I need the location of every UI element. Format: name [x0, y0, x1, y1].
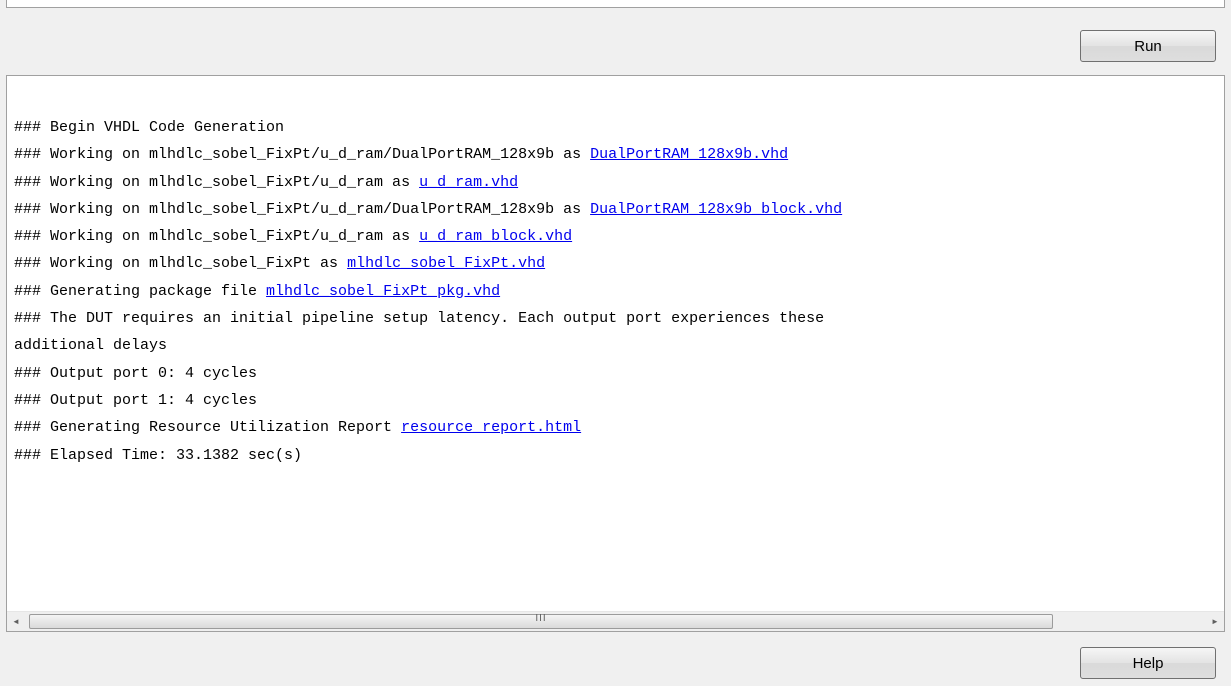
log-line: ### Generating Resource Utilization Repo… [14, 414, 1217, 441]
log-line: ### Output port 0: 4 cycles [14, 360, 1217, 387]
log-file-link[interactable]: u_d_ram.vhd [419, 174, 518, 191]
log-line: ### Output port 1: 4 cycles [14, 387, 1217, 414]
log-line: ### Working on mlhdlc_sobel_FixPt/u_d_ra… [14, 223, 1217, 250]
log-line-text: ### Working on mlhdlc_sobel_FixPt/u_d_ra… [14, 146, 591, 164]
log-line-text: ### Elapsed Time: 33.1382 sec(s) [14, 446, 303, 464]
log-file-link[interactable]: DualPortRAM_128x9b.vhd [590, 146, 788, 163]
log-line-text: ### Generating Resource Utilization Repo… [14, 419, 402, 437]
log-line-text: ### Output port 1: 4 cycles [14, 391, 258, 409]
run-button[interactable]: Run [1080, 30, 1216, 62]
log-line-text: ### Working on mlhdlc_sobel_FixPt/u_d_ra… [14, 200, 591, 218]
log-line-text: ### Generating package file [14, 282, 267, 300]
help-button[interactable]: Help [1080, 647, 1216, 679]
log-line-text: ### Output port 0: 4 cycles [14, 364, 258, 382]
scroll-left-arrow-icon[interactable]: ◄ [7, 612, 25, 631]
log-file-link[interactable]: DualPortRAM_128x9b_block.vhd [590, 201, 842, 218]
top-panel-frame [6, 0, 1225, 8]
log-file-link[interactable]: resource_report.html [401, 419, 581, 436]
output-log-content: ### Begin VHDL Code Generation ### Workin… [14, 114, 1217, 469]
scrollbar-grip-icon: III [535, 613, 547, 624]
log-line: ### Working on mlhdlc_sobel_FixPt/u_d_ra… [14, 196, 1217, 223]
log-line-text: ### Begin VHDL Code Generation [14, 119, 285, 136]
log-line: ### Begin VHDL Code Generation [14, 114, 1217, 141]
output-log-pane[interactable]: ### Begin VHDL Code Generation ### Workin… [6, 75, 1225, 632]
log-line: ### Elapsed Time: 33.1382 sec(s) [14, 442, 1217, 469]
log-line-text: ### Working on mlhdlc_sobel_FixPt/u_d_ra… [14, 228, 420, 246]
log-file-link[interactable]: mlhdlc_sobel_FixPt.vhd [347, 255, 545, 272]
log-line: ### Working on mlhdlc_sobel_FixPt/u_d_ra… [14, 141, 1217, 168]
log-line: ### Working on mlhdlc_sobel_FixPt as mlh… [14, 250, 1217, 277]
log-line-text: ### Working on mlhdlc_sobel_FixPt/u_d_ra… [14, 173, 420, 191]
log-line-text: ### Working on mlhdlc_sobel_FixPt as [14, 255, 348, 273]
log-line: additional delays [14, 332, 1217, 359]
horizontal-scrollbar[interactable]: ◄ III ► [7, 611, 1224, 631]
log-file-link[interactable]: u_d_ram_block.vhd [419, 228, 572, 245]
log-line-text: ### The DUT requires an initial pipeline… [14, 310, 825, 328]
log-line: ### Working on mlhdlc_sobel_FixPt/u_d_ra… [14, 169, 1217, 196]
log-line: ### The DUT requires an initial pipeline… [14, 305, 1217, 332]
log-line: ### Generating package file mlhdlc_sobel… [14, 278, 1217, 305]
scrollbar-thumb[interactable]: III [29, 613, 1053, 629]
log-line-text: additional delays [14, 337, 168, 355]
log-file-link[interactable]: mlhdlc_sobel_FixPt_pkg.vhd [266, 283, 500, 300]
scroll-right-arrow-icon[interactable]: ► [1206, 612, 1224, 631]
